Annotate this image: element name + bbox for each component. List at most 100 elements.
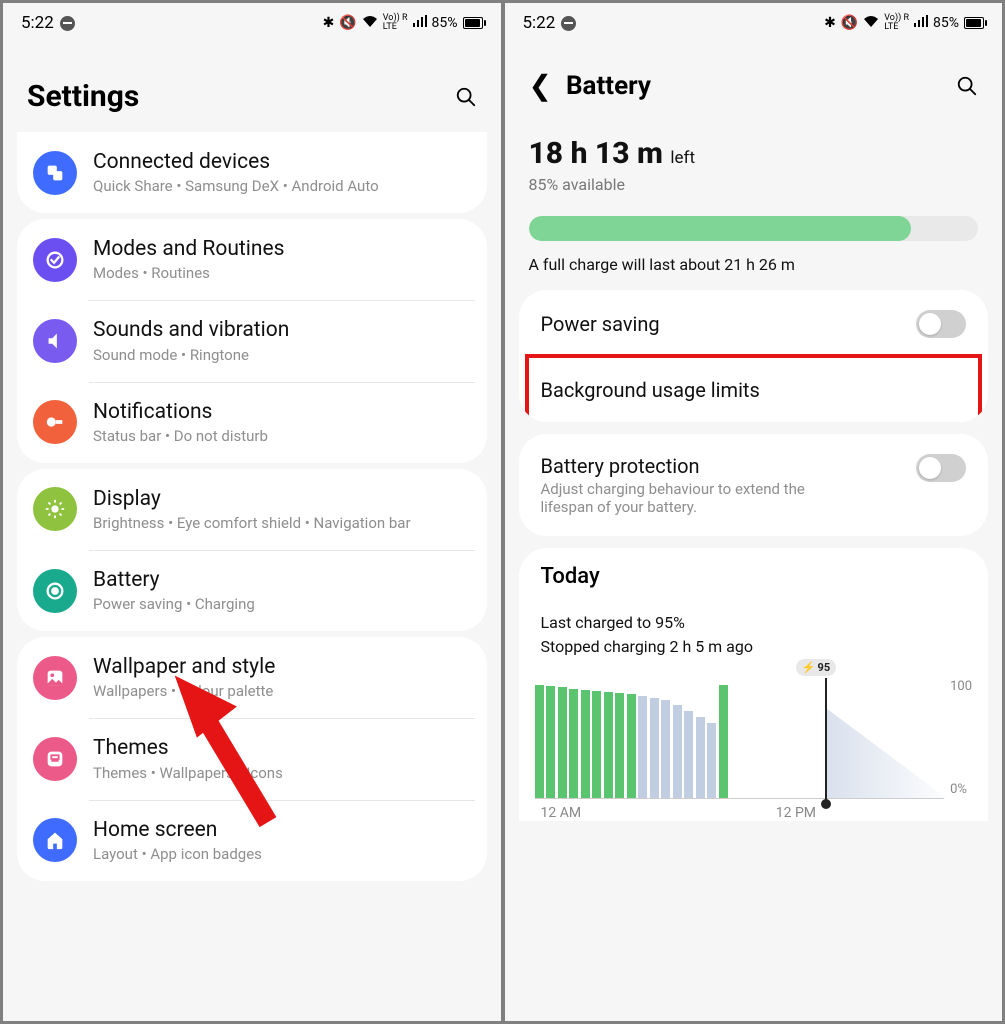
signal-icon — [914, 15, 928, 31]
battery-icon — [964, 17, 984, 29]
dnd-icon — [561, 16, 576, 31]
page-title: Settings — [27, 79, 139, 114]
row-subtitle: Sound mode • Ringtone — [93, 346, 467, 364]
chart-bar — [569, 689, 578, 798]
battery-screen: 5:22 ✱ 🔇 Vo)) RLTE 85% ❮ Battery — [505, 3, 1003, 1021]
row-subtitle: Power saving • Charging — [93, 595, 467, 613]
row-title: Modes and Routines — [93, 237, 467, 262]
chart-bar — [535, 685, 544, 798]
signal-icon — [413, 15, 427, 31]
battery-summary: 18 h 13 m left 85% available A full char… — [505, 112, 1003, 284]
row-subtitle: Modes • Routines — [93, 264, 467, 282]
chart-bar — [719, 685, 728, 798]
row-subtitle: Layout • App icon badges — [93, 845, 467, 863]
battery-icon — [463, 17, 483, 29]
settings-row-wallpaper[interactable]: Wallpaper and styleWallpapers • Colour p… — [17, 637, 487, 718]
volte-icon: Vo)) RLTE — [884, 14, 909, 32]
dnd-icon — [60, 16, 75, 31]
projection — [827, 679, 947, 798]
search-icon[interactable] — [956, 75, 978, 97]
row-subtitle: Quick Share • Samsung DeX • Android Auto — [93, 177, 467, 195]
sounds-icon — [33, 319, 77, 363]
bluetooth-icon: ✱ — [824, 15, 836, 31]
row-title: Home screen — [93, 818, 467, 843]
settings-header: Settings — [3, 39, 501, 132]
last-charged: Last charged to 95% — [541, 611, 967, 635]
row-title: Themes — [93, 736, 467, 761]
row-subtitle: Status bar • Do not disturb — [93, 427, 467, 445]
stopped-charging: Stopped charging 2 h 5 m ago — [541, 635, 967, 659]
power-saving-label: Power saving — [541, 312, 660, 336]
chart-bar — [661, 700, 670, 798]
status-bar: 5:22 ✱ 🔇 Vo)) RLTE 85% — [3, 3, 501, 39]
pct-available: 85% available — [529, 175, 979, 194]
settings-row-connected[interactable]: Connected devices Quick Share • Samsung D… — [17, 132, 487, 213]
search-icon[interactable] — [455, 86, 477, 108]
mute-icon: 🔇 — [841, 15, 858, 31]
battery-icon — [33, 569, 77, 613]
row-title: Sounds and vibration — [93, 318, 467, 343]
battery-pct: 85% — [432, 15, 458, 31]
power-saving-row[interactable]: Power saving — [519, 290, 989, 358]
x-axis: 12 AM 12 PM — [519, 799, 989, 821]
mute-icon: 🔇 — [339, 15, 356, 31]
chart-bar — [684, 711, 693, 798]
background-usage-limits-row[interactable]: Background usage limits — [519, 358, 989, 422]
settings-row-battery[interactable]: BatteryPower saving • Charging — [17, 550, 487, 631]
themes-icon — [33, 737, 77, 781]
bluetooth-icon: ✱ — [323, 15, 335, 31]
now-marker — [825, 678, 827, 804]
battery-protection-sub: Adjust charging behaviour to extend the … — [541, 480, 861, 516]
power-saving-toggle[interactable] — [916, 310, 966, 338]
wifi-icon — [362, 15, 378, 31]
bg-limits-label: Background usage limits — [541, 378, 760, 402]
battery-header: ❮ Battery — [505, 39, 1003, 112]
chart-bar — [546, 686, 555, 798]
status-icons: ✱ 🔇 Vo)) RLTE 85% — [323, 14, 483, 32]
battery-protection-label: Battery protection — [541, 454, 861, 478]
settings-row-notifications[interactable]: Notifications Status bar • Do not disturb — [17, 382, 487, 463]
time-left: 18 h 13 m left — [529, 136, 979, 171]
settings-row-sounds[interactable]: Sounds and vibration Sound mode • Rington… — [17, 300, 487, 381]
charge-badge: ⚡95 — [796, 659, 836, 676]
battery-chart[interactable]: ⚡95 1000% — [519, 667, 989, 799]
volte-icon: Vo)) RLTE — [383, 14, 408, 32]
status-time: 5:22 — [21, 13, 54, 33]
chart-bar — [615, 693, 624, 798]
chart-bar — [627, 694, 636, 798]
row-title: Notifications — [93, 400, 467, 425]
battery-pct: 85% — [933, 15, 959, 31]
settings-row-themes[interactable]: Themes Themes • Wallpapers • Icons — [17, 718, 487, 799]
row-subtitle: Wallpapers • Colour palette — [93, 682, 467, 700]
row-title: Connected devices — [93, 150, 467, 175]
status-icons: ✱ 🔇 Vo)) RLTE 85% — [824, 14, 984, 32]
notifications-icon — [33, 400, 77, 444]
display-icon — [33, 487, 77, 531]
battery-bar — [529, 216, 979, 241]
connected-icon — [33, 151, 77, 195]
today-title: Today — [541, 564, 967, 589]
settings-row-modes[interactable]: Modes and Routines Modes • Routines — [17, 219, 487, 300]
home-icon — [33, 818, 77, 862]
battery-bar-fill — [529, 216, 911, 241]
full-charge-note: A full charge will last about 21 h 26 m — [529, 255, 979, 274]
settings-screen: 5:22 ✱ 🔇 Vo)) RLTE 85% Settings Connecte… — [3, 3, 501, 1021]
back-button[interactable]: ❮ — [529, 69, 552, 102]
settings-row-display[interactable]: DisplayBrightness • Eye comfort shield •… — [17, 469, 487, 550]
chart-bar — [592, 691, 601, 798]
battery-protection-row[interactable]: Battery protection Adjust charging behav… — [519, 434, 989, 536]
chart-bar — [638, 696, 647, 798]
row-subtitle: Themes • Wallpapers • Icons — [93, 764, 467, 782]
row-subtitle: Brightness • Eye comfort shield • Naviga… — [93, 514, 467, 532]
chart-bar — [558, 687, 567, 798]
settings-row-home[interactable]: Home screen Layout • App icon badges — [17, 800, 487, 881]
chart-bar — [707, 723, 716, 798]
y-axis: 1000% — [950, 679, 972, 799]
status-bar: 5:22 ✱ 🔇 Vo)) RLTE 85% — [505, 3, 1003, 39]
status-time: 5:22 — [523, 13, 556, 33]
chart-bar — [673, 705, 682, 798]
chart-bar — [604, 692, 613, 798]
wifi-icon — [863, 15, 879, 31]
page-title: Battery — [566, 71, 651, 101]
battery-protection-toggle[interactable] — [916, 454, 966, 482]
